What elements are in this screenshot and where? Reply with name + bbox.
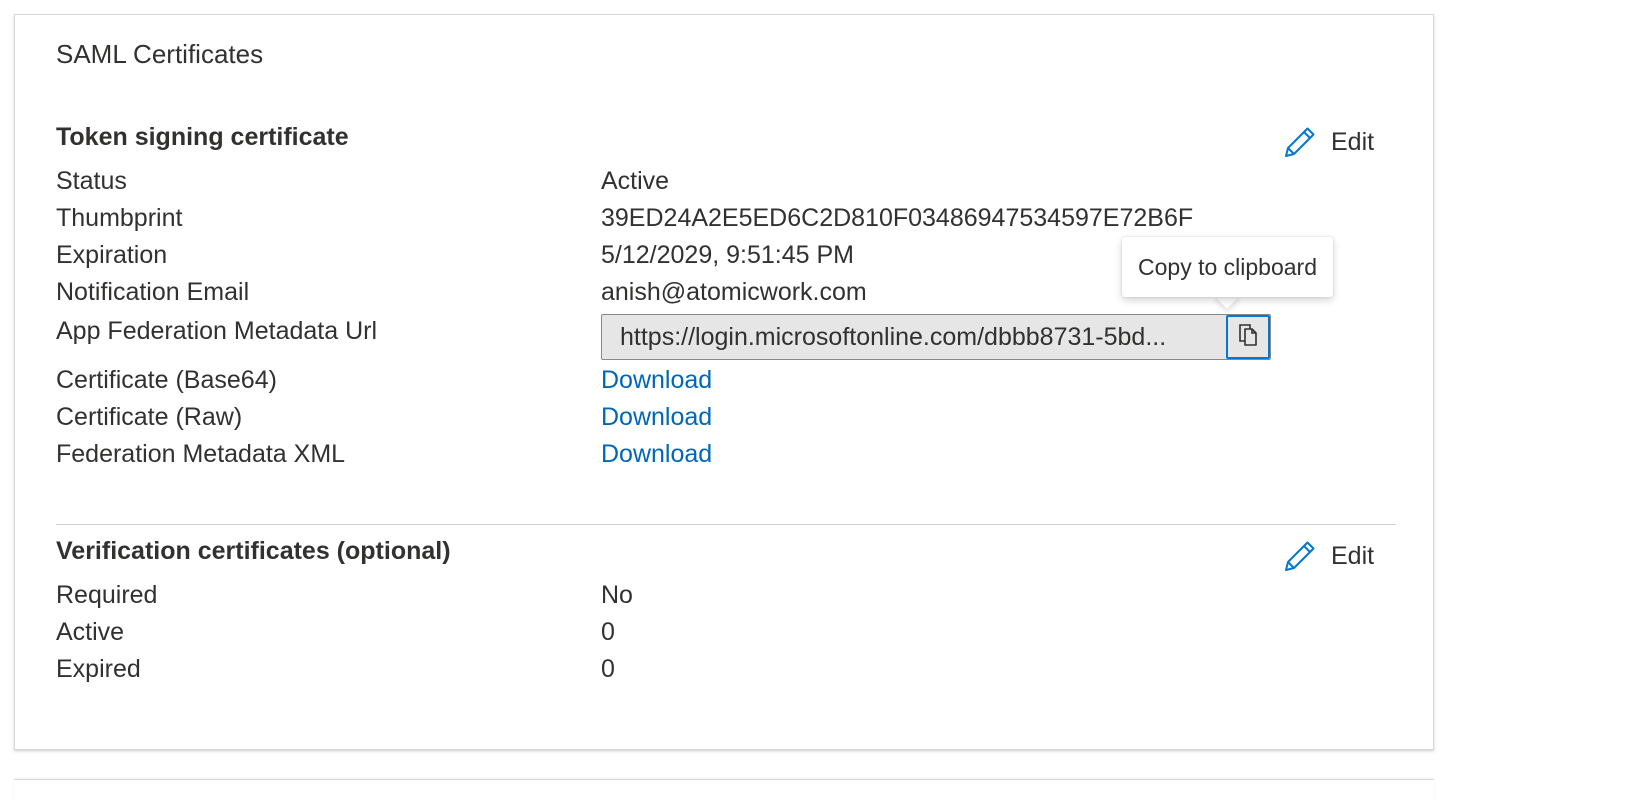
expired-label: Expired xyxy=(56,655,141,683)
copy-icon xyxy=(1237,323,1259,352)
app-federation-metadata-url-label: App Federation Metadata Url xyxy=(56,317,378,345)
certificate-raw-label: Certificate (Raw) xyxy=(56,403,243,431)
notification-email-value: anish@atomicwork.com xyxy=(601,278,867,306)
app-federation-metadata-url-value[interactable]: https://login.microsoftonline.com/dbbb87… xyxy=(620,315,1180,359)
verification-edit-button[interactable]: Edit xyxy=(1283,536,1374,576)
status-label: Status xyxy=(56,167,127,195)
next-card-edge xyxy=(14,779,1434,800)
card-title: SAML Certificates xyxy=(56,39,264,69)
expiration-label: Expiration xyxy=(56,241,168,269)
token-signing-title: Token signing certificate xyxy=(56,123,349,151)
token-signing-edit-button[interactable]: Edit xyxy=(1283,122,1374,162)
thumbprint-label: Thumbprint xyxy=(56,204,183,232)
expiration-value: 5/12/2029, 9:51:45 PM xyxy=(601,241,854,269)
required-label: Required xyxy=(56,581,158,609)
certificate-raw-download-link[interactable]: Download xyxy=(601,403,712,432)
verification-certificates-title: Verification certificates (optional) xyxy=(56,537,451,565)
expired-value: 0 xyxy=(601,655,615,683)
edit-label: Edit xyxy=(1331,127,1375,156)
certificate-base64-label: Certificate (Base64) xyxy=(56,366,277,394)
federation-metadata-xml-label: Federation Metadata XML xyxy=(56,440,346,468)
copy-to-clipboard-button[interactable] xyxy=(1226,315,1270,359)
copy-to-clipboard-tooltip: Copy to clipboard xyxy=(1122,237,1333,297)
edit-label: Edit xyxy=(1331,541,1375,570)
pencil-icon xyxy=(1283,125,1317,159)
active-label: Active xyxy=(56,618,125,646)
section-divider xyxy=(56,524,1396,525)
app-federation-metadata-url-field[interactable]: https://login.microsoftonline.com/dbbb87… xyxy=(601,314,1271,360)
thumbprint-value: 39ED24A2E5ED6C2D810F03486947534597E72B6F xyxy=(601,204,1194,232)
required-value: No xyxy=(601,581,633,609)
federation-metadata-xml-download-link[interactable]: Download xyxy=(601,440,712,469)
certificate-base64-download-link[interactable]: Download xyxy=(601,366,712,395)
saml-certificates-card: SAML Certificates Token signing certific… xyxy=(14,14,1434,750)
pencil-icon xyxy=(1283,539,1317,573)
active-value: 0 xyxy=(601,618,615,646)
notification-email-label: Notification Email xyxy=(56,278,250,306)
status-value: Active xyxy=(601,167,670,195)
